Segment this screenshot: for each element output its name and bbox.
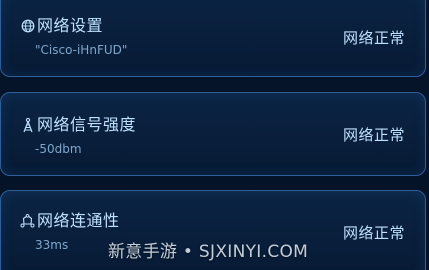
globe-icon xyxy=(20,18,35,35)
connectivity-icon xyxy=(20,213,35,230)
network-ssid-value: "Cisco-iHnFUD" xyxy=(35,43,128,57)
connectivity-status: 网络正常 xyxy=(342,224,405,242)
network-settings-card[interactable]: 网络设置 "Cisco-iHnFUD" 网络正常 xyxy=(0,0,426,77)
network-settings-status: 网络正常 xyxy=(342,29,405,47)
network-status-page: 网络设置 "Cisco-iHnFUD" 网络正常 网络信号强度 -50dbm 网… xyxy=(0,0,429,270)
connectivity-title-row: 网络连通性 xyxy=(20,212,120,230)
network-settings-title-row: 网络设置 xyxy=(20,17,103,35)
signal-strength-card[interactable]: 网络信号强度 -50dbm 网络正常 xyxy=(0,92,426,176)
signal-strength-value: -50dbm xyxy=(35,142,82,156)
connectivity-title: 网络连通性 xyxy=(37,211,120,230)
network-settings-title: 网络设置 xyxy=(37,16,104,35)
signal-strength-title-row: 网络信号强度 xyxy=(20,116,136,134)
signal-strength-status: 网络正常 xyxy=(342,126,405,144)
signal-strength-title: 网络信号强度 xyxy=(37,115,137,134)
connectivity-latency-value: 33ms xyxy=(35,238,69,252)
signal-tower-icon xyxy=(20,117,35,134)
watermark-text: 新意手游 • SJXINYI.COM xyxy=(108,242,309,262)
